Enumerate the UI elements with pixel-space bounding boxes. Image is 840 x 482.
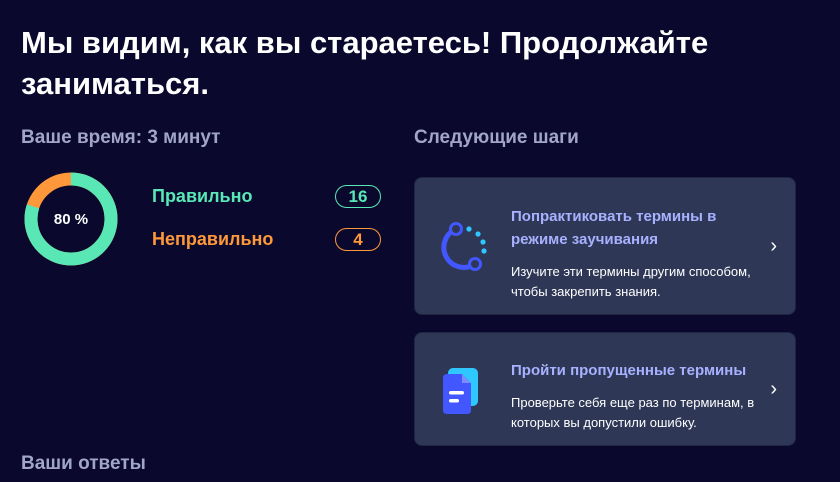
card-description: Проверьте себя еще раз по терминам, в ко…	[511, 395, 755, 430]
test-document-icon	[439, 365, 491, 422]
next-steps-heading: Следующие шаги	[414, 127, 579, 148]
correct-label: Правильно	[152, 186, 253, 206]
time-spent-label: Ваше время: 3 минут	[21, 127, 221, 148]
correct-count-badge: 16	[335, 185, 381, 208]
page-headline: Мы видим, как вы стараетесь! Продолжайте…	[21, 25, 709, 101]
card-description: Изучите эти термины другим способом, что…	[511, 264, 751, 299]
incorrect-count-badge: 4	[335, 228, 381, 251]
score-donut-chart: 80 %	[24, 172, 118, 266]
learn-mode-icon	[439, 220, 491, 277]
chevron-right-icon: ›	[770, 235, 777, 257]
incorrect-label: Неправильно	[152, 229, 274, 249]
chevron-right-icon: ›	[770, 378, 777, 400]
practice-learn-mode-card[interactable]: Попрактиковать термины в режиме заучиван…	[414, 177, 796, 315]
score-percent: 80 %	[53, 210, 89, 228]
card-title: Пройти пропущенные термины	[511, 362, 747, 379]
card-title: Попрактиковать термины в режиме заучиван…	[511, 208, 717, 248]
your-answers-heading: Ваши ответы	[21, 453, 146, 474]
retake-missed-terms-card[interactable]: Пройти пропущенные термины Проверьте себ…	[414, 332, 796, 446]
